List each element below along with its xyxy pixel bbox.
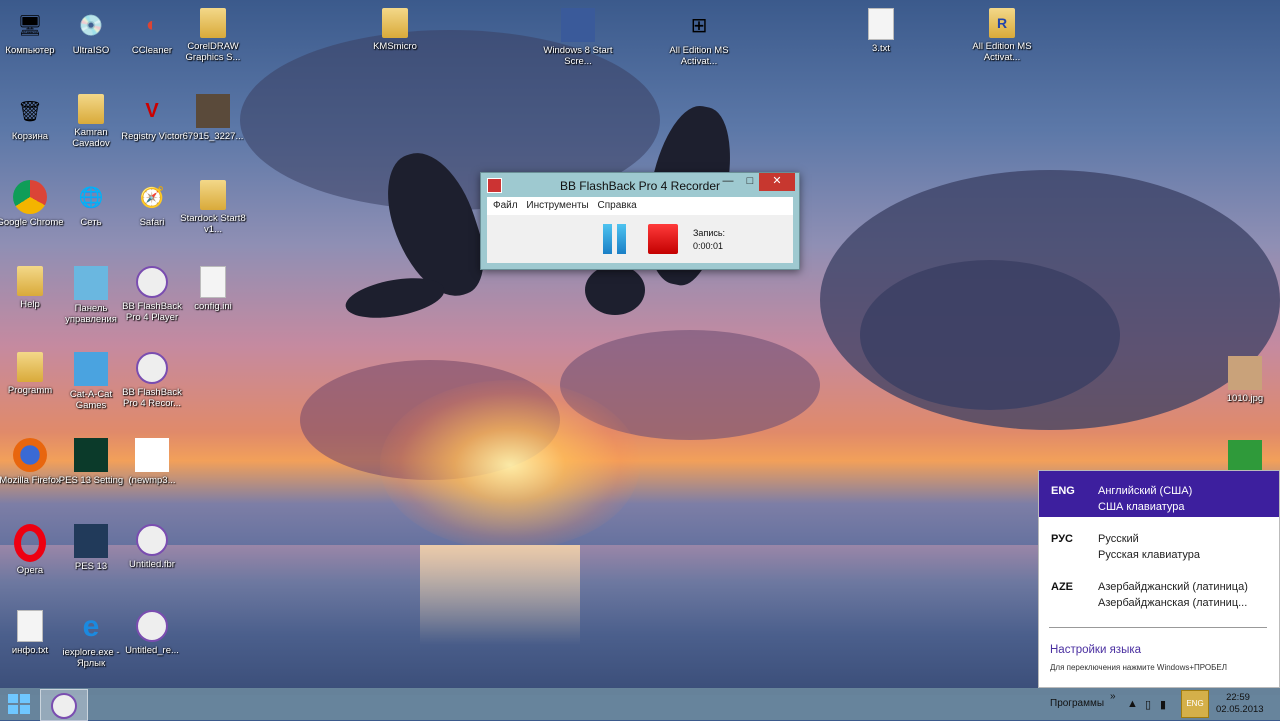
text-file-icon xyxy=(17,610,43,642)
signal-icon[interactable]: ▮ xyxy=(1160,698,1166,711)
desktop-icon-stardock[interactable]: Stardock Start8 v1... xyxy=(178,180,248,235)
green-image-icon xyxy=(1228,440,1262,474)
flashback-recorder-icon xyxy=(136,352,168,384)
folder-icon xyxy=(17,266,43,296)
fbr-file-icon xyxy=(136,610,168,642)
switch-hint: Для переключения нажмите Windows+ПРОБЕЛ xyxy=(1050,663,1227,672)
taskbar-clock[interactable]: 22:59 02.05.2013 xyxy=(1216,692,1264,716)
pause-icon xyxy=(603,224,612,254)
desktop-icon-fb-recorder[interactable]: BB FlashBack Pro 4 Recor... xyxy=(117,352,187,409)
maximize-button[interactable]: □ xyxy=(739,173,761,191)
windows-flag-icon: ⊞ xyxy=(690,14,708,37)
desktop-icon-kmsmicro[interactable]: KMSmicro xyxy=(360,8,430,52)
desktop-icon-config[interactable]: config.ini xyxy=(178,266,248,312)
control-panel-icon xyxy=(74,266,108,300)
desktop-icon-iexplore[interactable]: e iexplore.exe - Ярлык xyxy=(56,610,126,669)
language-flyout: ENG Английский (США) США клавиатура РУС … xyxy=(1038,470,1280,688)
taskbar-flashback-recorder[interactable] xyxy=(40,689,88,721)
desktop-icon-coreldraw[interactable]: CorelDRAW Graphics S... xyxy=(178,8,248,63)
desktop-icon-safari[interactable]: 🧭 Safari xyxy=(117,180,187,229)
language-option-aze[interactable]: AZE Азербайджанский (латиница) Азербайдж… xyxy=(1039,567,1279,613)
desktop-icon-67915[interactable]: 67915_3227... xyxy=(178,94,248,142)
desktop-icon-activator-2[interactable]: R All Edition MS Activat... xyxy=(967,8,1037,63)
desktop-icon-newmp3[interactable]: (newmp3... xyxy=(117,438,187,486)
config-file-icon xyxy=(200,266,226,298)
desktop-icon-ultraiso[interactable]: 💿 UltraISO xyxy=(56,8,126,57)
tray-show-hidden-icon[interactable]: ▲ xyxy=(1127,698,1138,710)
desktop-icon-cat-games[interactable]: Cat-A-Cat Games xyxy=(56,352,126,411)
language-option-rus[interactable]: РУС Русский Русская клавиатура xyxy=(1039,519,1279,565)
flyout-divider xyxy=(1049,627,1267,628)
battery-icon[interactable]: ▯ xyxy=(1145,698,1151,711)
record-label: Запись: xyxy=(693,228,726,238)
minimize-button[interactable]: — xyxy=(717,173,739,191)
record-time: 0:00:01 xyxy=(693,241,724,251)
pes-icon xyxy=(74,438,108,472)
clock-date: 02.05.2013 xyxy=(1216,704,1264,715)
recorder-titlebar[interactable]: BB FlashBack Pro 4 Recorder — □ ✕ xyxy=(481,173,799,197)
start-button[interactable] xyxy=(4,692,34,716)
image-icon xyxy=(196,94,230,128)
menu-file[interactable]: Файл xyxy=(493,200,518,211)
desktop-icon-network[interactable]: 🌐 Сеть xyxy=(56,180,126,229)
windows-logo-icon xyxy=(8,694,18,703)
game-icon xyxy=(74,352,108,386)
desktop-icon-control-panel[interactable]: Панель управления xyxy=(56,266,126,325)
fbr-file-icon xyxy=(136,524,168,556)
pause-button[interactable] xyxy=(603,224,629,254)
firefox-icon xyxy=(13,438,47,472)
taskbar: Программы » ▲ ▯ ▮ ENG 22:59 02.05.2013 xyxy=(0,688,1280,721)
desktop-icon-win8-start[interactable]: Windows 8 Start Scre... xyxy=(543,8,613,67)
input-indicator[interactable]: ENG xyxy=(1181,690,1209,718)
recorder-body: Запись: 0:00:01 xyxy=(487,215,793,263)
archive-icon: R xyxy=(989,8,1015,38)
image-icon xyxy=(1228,356,1262,390)
desktop-icon-untitled-re[interactable]: Untitled_re... xyxy=(117,610,187,656)
pause-icon xyxy=(617,224,626,254)
ccleaner-icon: ◐ xyxy=(145,13,159,36)
desktop-icon-3txt[interactable]: 3.txt xyxy=(846,8,916,54)
desktop-icon-registry[interactable]: V Registry Victor xyxy=(117,94,187,143)
network-icon: 🌐 xyxy=(78,186,104,209)
opera-icon xyxy=(14,524,46,562)
desktop-icon-activator-1[interactable]: ⊞ All Edition MS Activat... xyxy=(664,8,734,68)
folder-icon xyxy=(200,180,226,210)
desktop-icon-fb-player[interactable]: BB FlashBack Pro 4 Player xyxy=(117,266,187,323)
ie-icon: e xyxy=(82,610,100,643)
close-button[interactable]: ✕ xyxy=(759,173,795,191)
folder-icon xyxy=(200,8,226,38)
clock-time: 22:59 xyxy=(1226,692,1250,703)
text-file-icon xyxy=(868,8,894,40)
folder-icon xyxy=(17,352,43,382)
user-folder-icon xyxy=(78,94,104,124)
recorder-window[interactable]: BB FlashBack Pro 4 Recorder — □ ✕ Файл И… xyxy=(480,172,800,270)
language-option-eng[interactable]: ENG Английский (США) США клавиатура xyxy=(1039,471,1279,517)
desktop-icon-1010jpg[interactable]: 1010.jpg xyxy=(1210,356,1280,404)
menu-help[interactable]: Справка xyxy=(598,200,637,211)
stop-button[interactable] xyxy=(648,224,678,254)
pes-icon xyxy=(74,524,108,558)
safari-icon: 🧭 xyxy=(139,186,165,209)
chrome-icon xyxy=(13,180,47,214)
flashback-recorder-icon xyxy=(51,693,77,719)
folder-icon xyxy=(382,8,408,38)
desktop-icon-pes13[interactable]: PES 13 xyxy=(56,524,126,572)
desktop-icon-pes-setting[interactable]: PES 13 Setting xyxy=(56,438,126,486)
mp3-icon xyxy=(135,438,169,472)
recorder-menubar: Файл Инструменты Справка xyxy=(487,197,793,215)
desktop-icon-kamran[interactable]: Kamran Cavadov xyxy=(56,94,126,149)
computer-icon: 🖥 xyxy=(17,14,43,37)
programs-chevron-icon[interactable]: » xyxy=(1110,691,1116,702)
desktop-icon-ccleaner[interactable]: ◐ CCleaner xyxy=(117,8,187,57)
language-settings-link[interactable]: Настройки языка xyxy=(1050,644,1141,656)
recycle-bin-icon: 🗑 xyxy=(17,100,43,123)
programs-toolbar[interactable]: Программы xyxy=(1050,698,1104,709)
desktop-icon-untitled-fbr[interactable]: Untitled.fbr xyxy=(117,524,187,570)
flashback-player-icon xyxy=(136,266,168,298)
menu-tools[interactable]: Инструменты xyxy=(526,200,588,211)
start-screen-icon xyxy=(561,8,595,42)
registry-icon: V xyxy=(145,99,159,122)
disc-icon: 💿 xyxy=(78,14,104,37)
